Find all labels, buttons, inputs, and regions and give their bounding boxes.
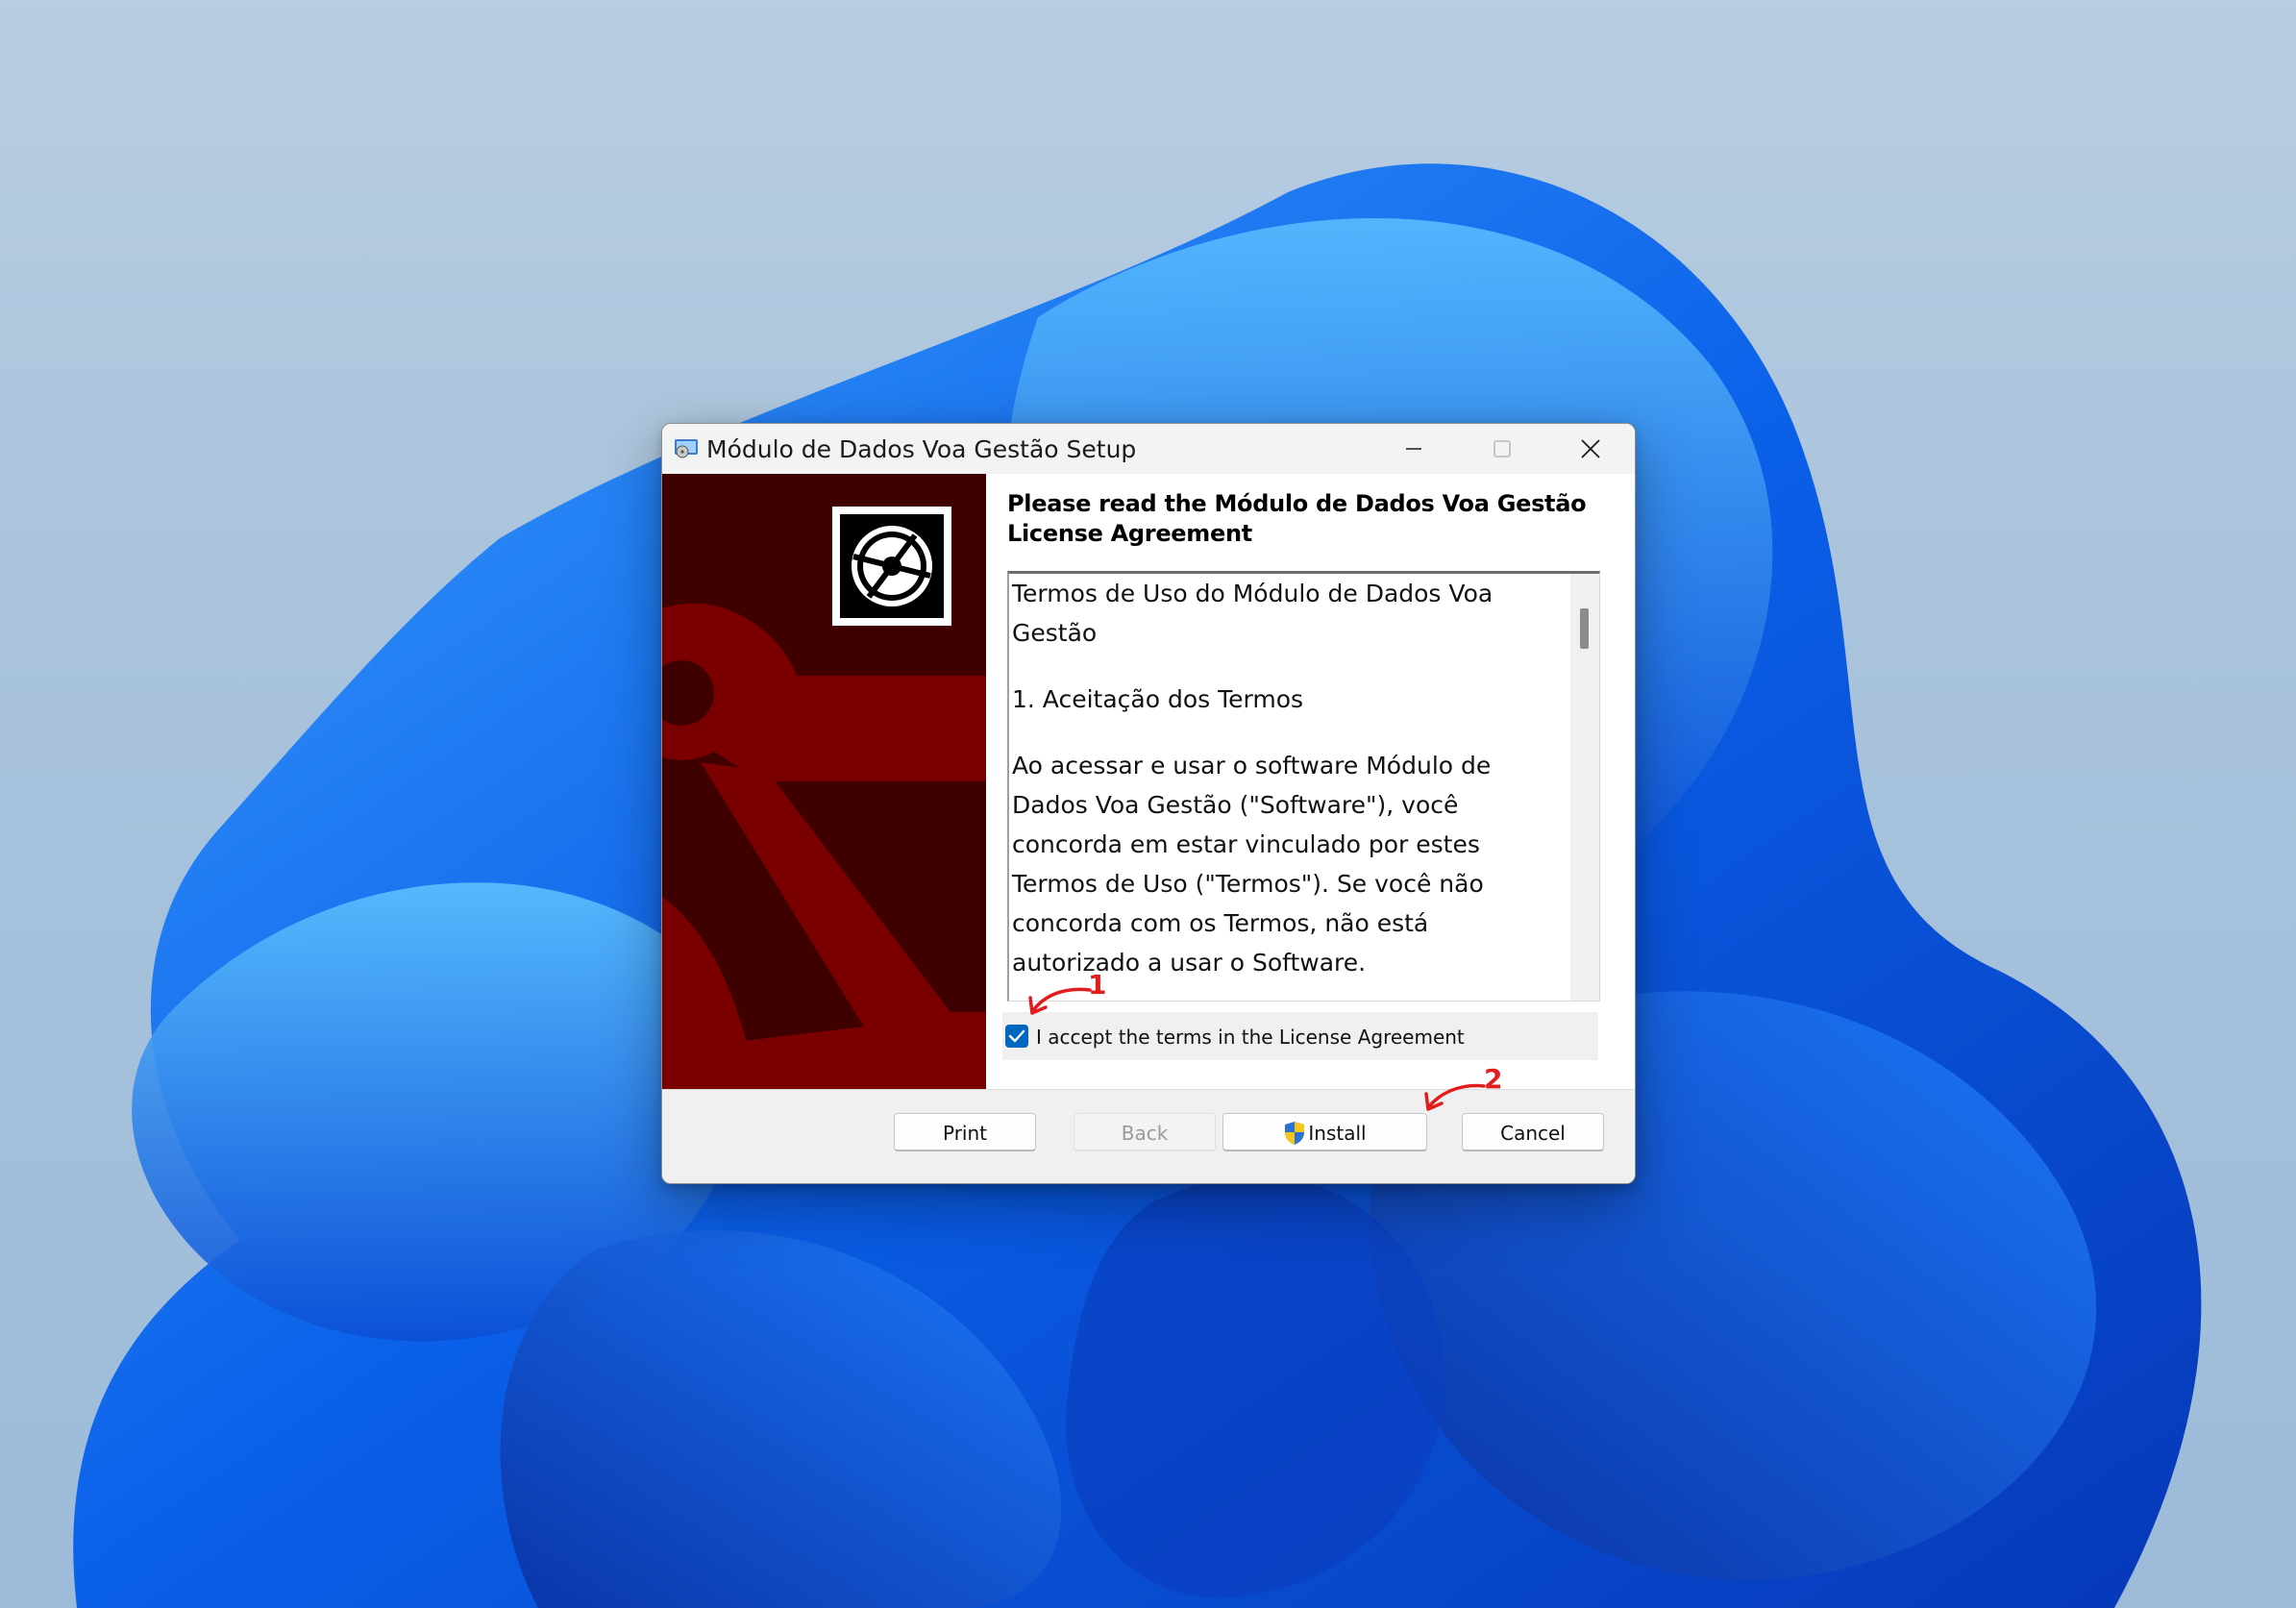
- install-button[interactable]: Install: [1222, 1113, 1427, 1151]
- annotation-label-1: 1: [1088, 969, 1107, 1001]
- scrollbar-thumb[interactable]: [1580, 608, 1589, 649]
- annotation-label-2: 2: [1484, 1063, 1503, 1095]
- back-button[interactable]: Back: [1074, 1113, 1216, 1151]
- title-bar[interactable]: Módulo de Dados Voa Gestão Setup: [662, 424, 1635, 474]
- license-heading: Please read the Módulo de Dados Voa Gest…: [1007, 490, 1587, 547]
- uac-shield-icon: [1285, 1122, 1305, 1145]
- minimize-icon: [1406, 448, 1421, 450]
- close-button[interactable]: [1546, 424, 1635, 474]
- installer-app-icon: [675, 439, 698, 458]
- accept-terms-label[interactable]: I accept the terms in the License Agreem…: [1036, 1026, 1465, 1049]
- close-icon: [1581, 439, 1600, 458]
- minimize-button[interactable]: [1370, 424, 1458, 474]
- print-button[interactable]: Print: [894, 1113, 1036, 1151]
- accept-terms-checkbox[interactable]: [1005, 1025, 1028, 1048]
- license-paragraph: 1. Aceitação dos Termos: [1012, 685, 1304, 713]
- license-text-box[interactable]: Termos de Uso do Módulo de Dados Voa Ges…: [1007, 571, 1600, 1002]
- checkmark-icon: [1008, 1029, 1025, 1043]
- cancel-button[interactable]: Cancel: [1462, 1113, 1604, 1151]
- install-button-label: Install: [1308, 1122, 1367, 1145]
- window-title: Módulo de Dados Voa Gestão Setup: [706, 435, 1137, 463]
- installer-disc-icon: [832, 507, 951, 626]
- maximize-icon: [1494, 440, 1511, 458]
- license-text: Termos de Uso do Módulo de Dados Voa Ges…: [1012, 574, 1560, 1001]
- installer-banner: [662, 474, 986, 1089]
- license-paragraph: Ao acessar e usar o software Módulo de D…: [1012, 752, 1492, 977]
- maximize-button[interactable]: [1458, 424, 1546, 474]
- license-paragraph: Termos de Uso do Módulo de Dados Voa Ges…: [1012, 580, 1494, 647]
- accept-terms-row[interactable]: I accept the terms in the License Agreem…: [1002, 1012, 1598, 1060]
- license-scrollbar[interactable]: [1570, 574, 1599, 1001]
- desktop: Módulo de Dados Voa Gestão Setup Please …: [0, 0, 2296, 1608]
